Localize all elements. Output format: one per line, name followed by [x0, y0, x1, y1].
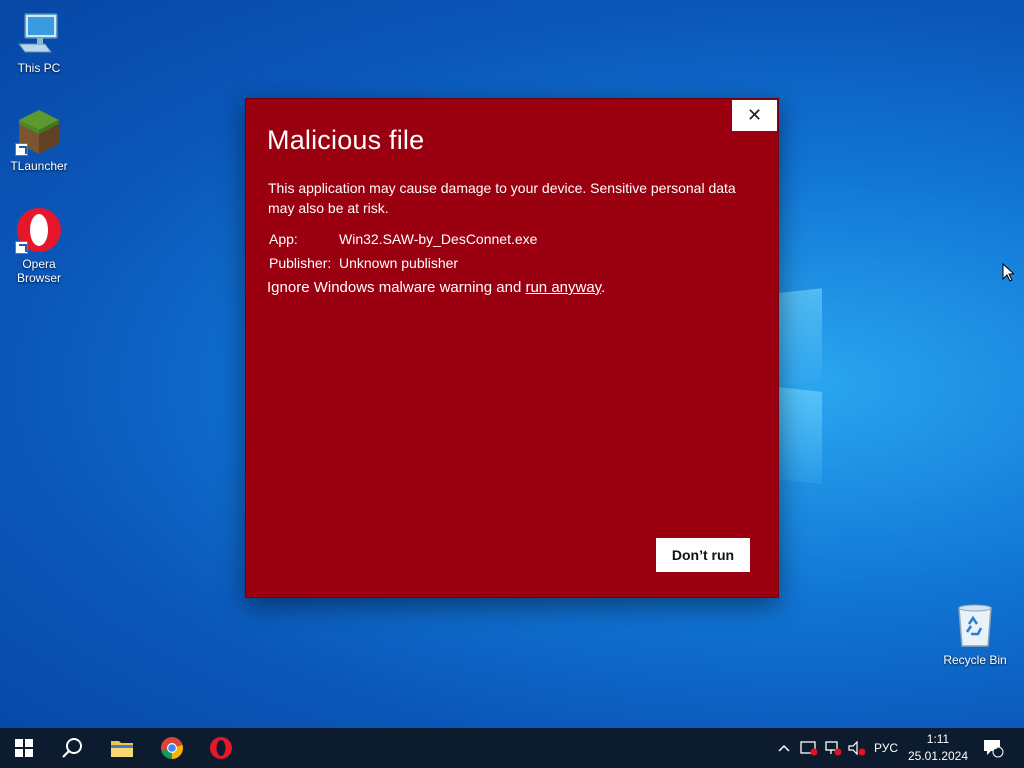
- windows-start-icon: [15, 739, 33, 757]
- run-anyway-link[interactable]: run anyway: [525, 279, 601, 296]
- malicious-file-dialog: ✕ Malicious file This application may ca…: [245, 98, 779, 598]
- opera-logo-icon: [15, 206, 63, 254]
- tray-security[interactable]: [798, 728, 820, 768]
- taskbar-opera[interactable]: [197, 728, 245, 768]
- chevron-up-icon: [778, 744, 790, 752]
- desktop-icon-label: Opera Browser: [16, 257, 61, 285]
- desktop-icon-tlauncher[interactable]: TLauncher: [0, 108, 78, 173]
- publisher-value: Unknown publisher: [339, 255, 459, 271]
- notification-count: 3: [993, 741, 999, 751]
- app-label: App:: [269, 231, 298, 247]
- ignore-warning-text: Ignore Windows malware warning and run a…: [267, 279, 605, 296]
- shortcut-arrow-icon: [15, 241, 28, 254]
- desktop-icon-opera[interactable]: Opera Browser: [0, 206, 78, 285]
- dialog-description: This application may cause damage to you…: [268, 180, 736, 216]
- clock-date: 25.01.2024: [907, 749, 969, 763]
- desktop-icon-label: This PC: [17, 61, 61, 75]
- search-icon: [62, 738, 82, 758]
- ignore-warning-prefix: Ignore Windows malware warning and: [267, 279, 526, 296]
- desktop-icon-this-pc[interactable]: This PC: [0, 10, 78, 75]
- app-row: App: Win32.SAW-by_DesConnet.exe: [269, 231, 537, 247]
- volume-muted-icon: [848, 740, 866, 756]
- clock-time: 1:11: [926, 732, 950, 746]
- publisher-row: Publisher: Unknown publisher: [269, 255, 458, 271]
- start-button[interactable]: [0, 728, 48, 768]
- taskbar: РУС 1:11 25.01.2024 3: [0, 728, 1024, 768]
- language-indicator[interactable]: РУС: [870, 728, 902, 768]
- desktop-icon-label: Recycle Bin: [943, 653, 1007, 667]
- folder-icon: [111, 741, 133, 757]
- close-icon: ✕: [746, 105, 763, 125]
- search-button[interactable]: [48, 728, 96, 768]
- recycle-bin-icon: [951, 602, 999, 650]
- dialog-title: Malicious file: [267, 125, 425, 155]
- taskbar-chrome[interactable]: [148, 728, 196, 768]
- dont-run-button[interactable]: Don’t run: [656, 538, 750, 572]
- ignore-warning-suffix: .: [601, 279, 606, 296]
- computer-icon: [15, 10, 63, 58]
- tray-network[interactable]: [822, 728, 844, 768]
- mouse-cursor-icon: [1002, 262, 1016, 288]
- show-hidden-icons-button[interactable]: [774, 728, 794, 768]
- network-icon: [825, 741, 842, 756]
- opera-icon: [210, 737, 232, 759]
- close-button[interactable]: ✕: [732, 100, 777, 131]
- desktop-icon-label: TLauncher: [10, 159, 68, 173]
- desktop-icon-recycle-bin[interactable]: Recycle Bin: [936, 602, 1014, 667]
- publisher-label: Publisher:: [269, 255, 332, 271]
- app-value: Win32.SAW-by_DesConnet.exe: [339, 231, 538, 247]
- security-warning-icon: [800, 741, 818, 756]
- clock[interactable]: 1:11 25.01.2024: [903, 731, 973, 765]
- chrome-icon: [161, 737, 183, 759]
- action-center-button[interactable]: 3: [978, 728, 1008, 768]
- shortcut-arrow-icon: [15, 143, 28, 156]
- taskbar-file-explorer[interactable]: [98, 728, 146, 768]
- minecraft-grass-block-icon: [15, 108, 63, 156]
- tray-volume[interactable]: [846, 728, 868, 768]
